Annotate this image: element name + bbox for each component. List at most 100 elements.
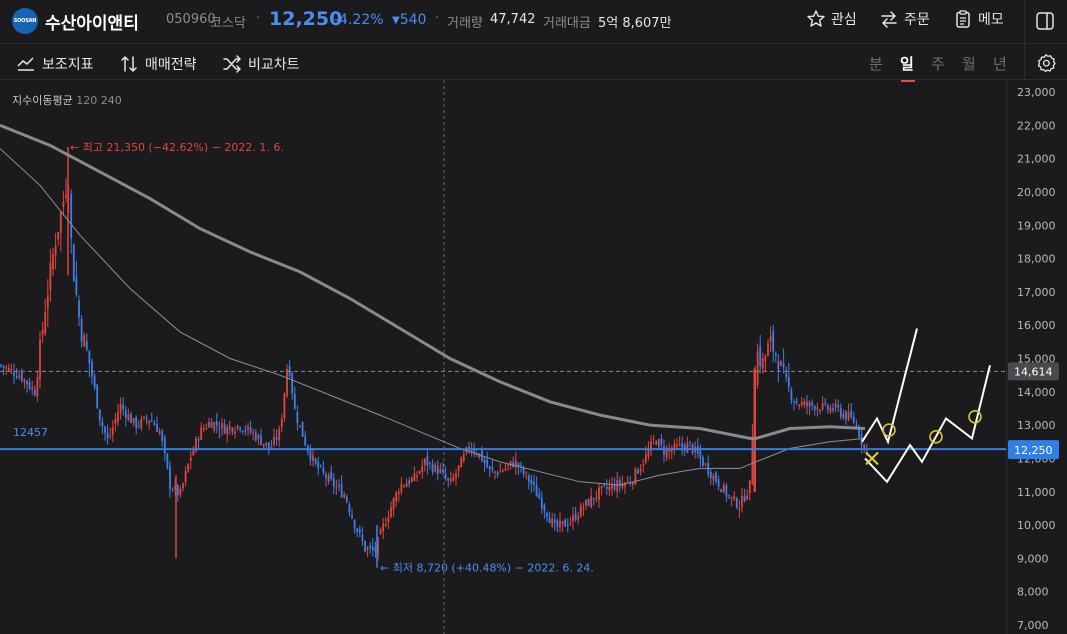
candle-body	[408, 480, 411, 484]
candle-body	[496, 472, 499, 475]
candle-body	[392, 498, 395, 510]
stock-name: 수산아이앤티	[45, 14, 139, 34]
period-year[interactable]: 년	[993, 53, 1007, 74]
candle-body	[135, 417, 138, 429]
candle-body	[559, 520, 561, 528]
candle-body	[10, 368, 13, 371]
y-tick-label: 14,000	[1017, 386, 1056, 399]
watch-button[interactable]: 관심	[806, 9, 857, 29]
order-label: 주문	[904, 12, 930, 28]
candle-body	[374, 547, 377, 552]
candle-body	[535, 484, 538, 497]
candle-body	[863, 444, 866, 448]
candle-body	[179, 488, 182, 495]
candle-body	[278, 429, 281, 441]
compare-button[interactable]: 비교차트	[222, 54, 300, 74]
candle-body	[356, 528, 359, 533]
candle-body	[660, 438, 663, 445]
indicators-button[interactable]: 보조지표	[16, 54, 94, 74]
candle-body	[416, 475, 418, 477]
swap-arrows-icon	[881, 11, 897, 28]
candle-body	[351, 514, 353, 518]
candle-body	[527, 475, 530, 482]
candle-body	[676, 444, 678, 447]
candle-body	[618, 479, 621, 486]
candle-body	[75, 276, 78, 295]
candle-body	[782, 363, 785, 368]
star-icon	[807, 10, 825, 27]
y-tick-label: 20,000	[1017, 186, 1056, 199]
candle-body	[774, 353, 777, 356]
order-button[interactable]: 주문	[879, 9, 930, 29]
candle-body	[403, 485, 405, 487]
candle-body	[205, 428, 208, 430]
ma-legend-period-120: 120	[76, 94, 98, 107]
candle-body	[85, 340, 88, 350]
y-tick-label: 8,000	[1017, 586, 1049, 599]
candle-body	[772, 330, 775, 352]
candle-body	[507, 464, 509, 466]
candle-body	[117, 411, 119, 422]
period-month[interactable]: 월	[962, 53, 976, 74]
candle-body	[330, 472, 333, 480]
candle-body	[452, 476, 455, 481]
candle-body	[249, 427, 252, 433]
memo-button[interactable]: 메모	[953, 9, 1004, 29]
candle-body	[561, 521, 564, 524]
candle-body	[808, 401, 811, 407]
candle-body	[234, 431, 236, 434]
candle-body	[652, 439, 655, 441]
candle-body	[41, 329, 44, 335]
candle-body	[728, 495, 730, 497]
candle-body	[494, 471, 496, 473]
candle-body	[371, 546, 374, 551]
candle-body	[780, 361, 782, 366]
company-logo: SOOSAN	[12, 8, 38, 34]
candle-body	[595, 497, 598, 499]
candle-body	[400, 483, 403, 493]
candle-body	[270, 446, 273, 448]
strategy-label: 매매전략	[145, 57, 197, 73]
candle-body	[244, 429, 247, 431]
candle-body	[260, 435, 262, 445]
period-day[interactable]: 일	[900, 53, 914, 74]
candle-body	[413, 473, 416, 481]
candle-body	[299, 425, 301, 427]
circle-marker	[968, 409, 982, 424]
candle-body	[353, 520, 356, 529]
candle-body	[78, 300, 80, 317]
candle-body	[639, 468, 642, 472]
candle-body	[806, 402, 808, 406]
panel-toggle-button[interactable]	[1034, 10, 1056, 36]
candle-body	[548, 518, 551, 523]
candle-body	[176, 485, 179, 496]
period-week[interactable]: 주	[931, 53, 945, 74]
candle-body	[572, 515, 574, 522]
candle-body	[182, 483, 184, 489]
candle-body	[153, 423, 156, 426]
candle-body	[447, 478, 450, 481]
candle-body	[343, 494, 346, 498]
candle-body	[169, 466, 171, 490]
candle-body	[387, 517, 390, 522]
candle-body	[501, 470, 504, 472]
candle-body	[18, 375, 21, 378]
strategy-button[interactable]: 매매전략	[119, 54, 197, 74]
price-chart[interactable]: 23,000 22,000 21,000 20,000 19,000 18,000 17,0…	[0, 80, 1067, 634]
candle-body	[509, 461, 512, 465]
candle-body	[223, 424, 226, 434]
candle-body	[163, 438, 166, 454]
candle-body	[130, 414, 132, 424]
ma-legend-title: 지수이동평균	[12, 94, 73, 107]
candle-body	[348, 504, 351, 513]
y-tick-label: 7,000	[1017, 619, 1049, 632]
candle-body	[681, 443, 684, 448]
projection-line	[864, 364, 991, 484]
candle-body	[462, 454, 465, 461]
candle-body	[296, 412, 299, 424]
candle-body	[241, 430, 244, 432]
chart-settings-button[interactable]	[1036, 53, 1056, 77]
candle-body	[252, 432, 255, 434]
period-minute[interactable]: 분	[869, 53, 883, 74]
candle-body	[460, 457, 463, 468]
